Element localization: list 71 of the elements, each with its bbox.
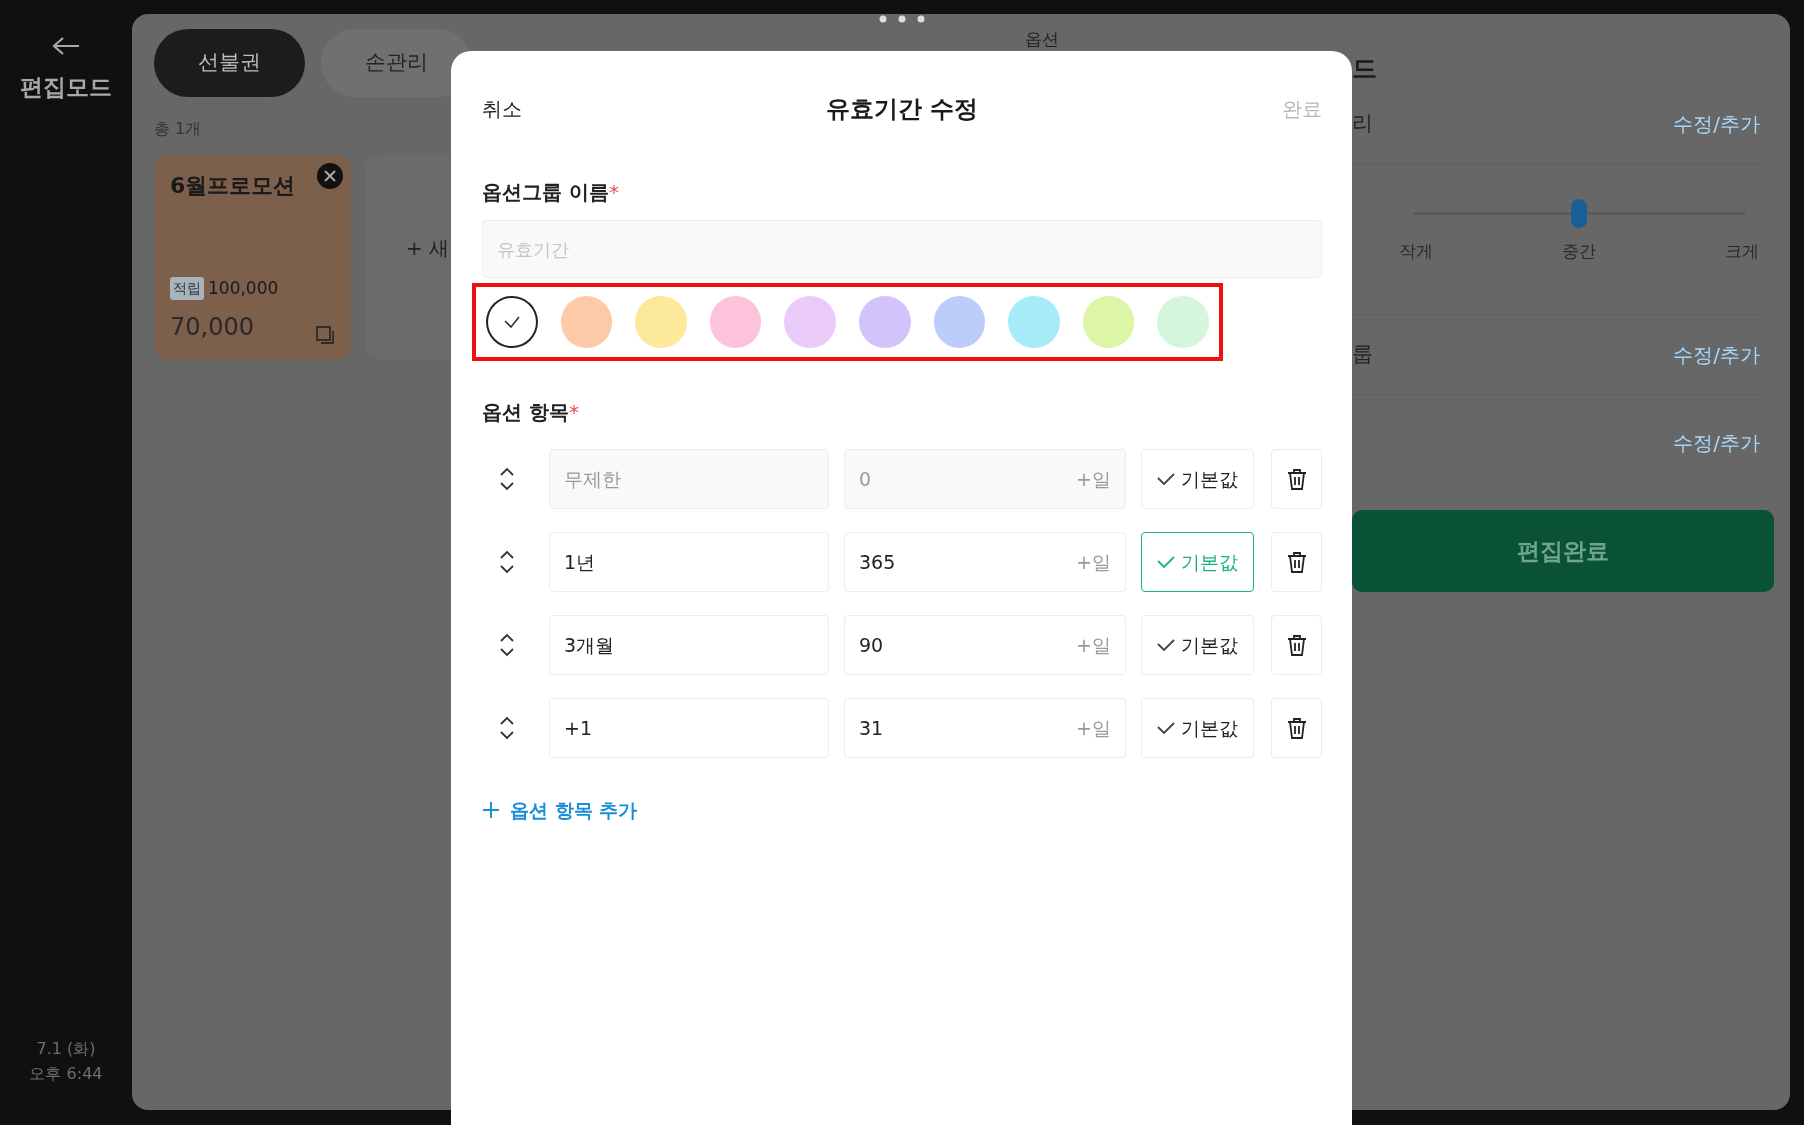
required-mark: * [608,180,619,204]
color-swatch[interactable] [1008,296,1060,348]
unit-suffix: +일 [1076,549,1111,575]
reorder-handle-icon[interactable] [498,466,515,492]
section-title: 옵션 [1024,28,1060,50]
add-item-link[interactable]: 옵션 항목 추가 [482,796,638,825]
unit-suffix: +일 [1076,466,1111,492]
days-field[interactable]: 90 +일 [844,615,1126,675]
days-value: 31 [859,715,884,741]
points-amount: 100,000 [208,276,279,300]
reorder-handle-icon[interactable] [498,632,515,658]
category-tab[interactable]: 선불권 [154,29,305,97]
delete-button[interactable] [1271,698,1322,758]
slider-thumb[interactable] [1571,199,1587,228]
name-field[interactable]: +1 [549,698,829,758]
delete-button[interactable] [1271,615,1322,675]
check-icon [1157,721,1175,735]
setting-label: 리 [1352,109,1373,137]
card-price: 70,000 [170,312,254,343]
cancel-link[interactable]: 취소 [482,94,522,124]
slider-tick-label: 중간 [1562,240,1596,263]
points-tag: 적립 [170,276,204,300]
color-swatch[interactable] [486,296,538,348]
more-icon[interactable] [879,15,925,23]
date-label: 7.1 (화) [35,1037,97,1060]
name-field[interactable]: 1년 [549,532,829,592]
modal-title: 유효기간 수정 [825,94,979,125]
unit-suffix: +일 [1076,632,1111,658]
edit-link[interactable]: 수정/추가 [1673,339,1760,370]
trash-icon [1286,468,1307,490]
check-icon [1157,638,1175,652]
default-toggle[interactable]: 기본값 [1141,615,1254,675]
trash-icon [1286,717,1307,739]
setting-label: 룹 [1352,340,1373,368]
check-icon [1157,472,1175,486]
mode-title: 편집모드 [20,73,112,102]
plus-icon [482,801,500,820]
check-icon [1157,555,1175,569]
back-arrow-icon[interactable] [52,36,80,56]
color-swatch[interactable] [859,296,911,348]
delete-button[interactable] [1271,532,1322,592]
days-field[interactable]: 365 +일 [844,532,1126,592]
color-swatch[interactable] [635,296,687,348]
card-title: 6월프로모션 [170,172,296,200]
reorder-handle-icon[interactable] [498,549,515,575]
default-toggle[interactable]: 기본값 [1141,698,1254,758]
color-swatch[interactable] [784,296,836,348]
edit-link[interactable]: 수정/추가 [1673,427,1760,458]
slider-tick-label: 크게 [1725,240,1759,263]
edit-link[interactable]: 수정/추가 [1673,108,1760,139]
color-swatch[interactable] [1157,296,1209,348]
close-icon[interactable] [317,163,343,189]
unit-suffix: +일 [1076,715,1111,741]
panel-title: 드 [1352,54,1378,84]
time-label: 오후 6:44 [29,1063,103,1086]
check-icon [503,316,520,328]
days-value: 90 [859,632,884,658]
reorder-handle-icon[interactable] [498,715,515,741]
days-field[interactable]: 31 +일 [844,698,1126,758]
slider-tick-label: 작게 [1399,240,1433,263]
prepaid-card[interactable]: 6월프로모션 적립 100,000 70,000 [154,155,351,359]
group-name-label: 옵션그룹 이름 [482,180,609,204]
required-mark: * [568,400,579,424]
items-label: 옵션 항목 [482,400,569,424]
days-value: 0 [859,466,872,492]
trash-icon [1286,634,1307,656]
name-field[interactable]: 3개월 [549,615,829,675]
delete-button[interactable] [1271,449,1322,509]
days-value: 365 [859,549,896,575]
copy-icon[interactable] [315,325,335,345]
trash-icon [1286,551,1307,573]
